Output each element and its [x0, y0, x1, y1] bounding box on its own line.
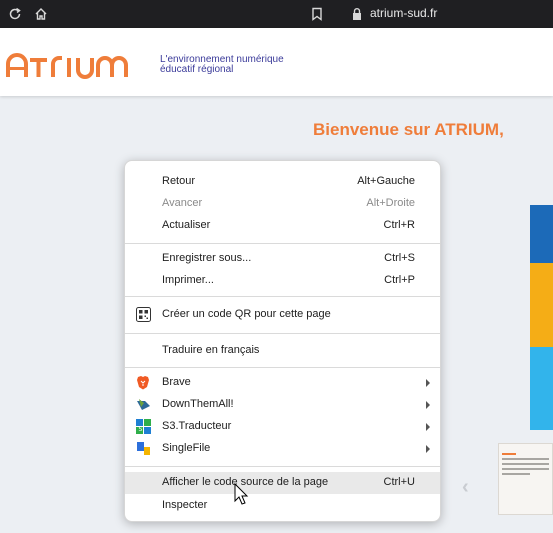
menu-item-view-source[interactable]: Afficher le code source de la page Ctrl+… — [125, 472, 440, 494]
menu-item-label: Avancer — [162, 197, 203, 209]
menu-item-label: Inspecter — [162, 499, 208, 511]
menu-separator — [125, 367, 440, 368]
menu-item-brave[interactable]: Brave — [125, 372, 440, 394]
thumb-line — [502, 463, 549, 465]
atrium-logo-graphic — [6, 53, 128, 79]
menu-item-shortcut: Alt+Droite — [366, 197, 415, 209]
bookmark-icon[interactable] — [308, 4, 326, 24]
submenu-arrow-icon — [426, 401, 430, 409]
s3-translator-icon: S — [136, 419, 151, 434]
thumb-line — [502, 468, 549, 470]
menu-separator — [125, 296, 440, 297]
menu-item-shortcut: Ctrl+P — [384, 274, 415, 286]
menu-item-singlefile[interactable]: SingleFile — [125, 438, 440, 460]
lock-icon — [348, 4, 366, 24]
menu-separator — [125, 466, 440, 467]
home-icon[interactable] — [32, 4, 50, 24]
downthemall-icon — [136, 397, 151, 412]
menu-item-shortcut: Ctrl+S — [384, 252, 415, 264]
banner-block-cyan[interactable] — [530, 347, 553, 430]
address-bar-url[interactable]: atrium-sud.fr — [370, 6, 437, 20]
singlefile-icon — [136, 441, 151, 456]
carousel-prev-icon[interactable]: ‹ — [462, 476, 469, 499]
svg-text:S: S — [139, 426, 143, 433]
menu-item-create-qr[interactable]: Créer un code QR pour cette page — [125, 304, 440, 326]
menu-item-label: Brave — [162, 376, 191, 388]
menu-item-label: Traduire en français — [162, 344, 260, 356]
menu-item-s3-traducteur[interactable]: S S3.Traducteur — [125, 416, 440, 438]
atrium-logo[interactable] — [6, 52, 151, 85]
menu-item-reload[interactable]: Actualiser Ctrl+R — [125, 215, 440, 237]
menu-item-label: Créer un code QR pour cette page — [162, 308, 331, 320]
banner-block-blue[interactable] — [530, 205, 553, 263]
submenu-arrow-icon — [426, 423, 430, 431]
reload-icon[interactable] — [6, 4, 24, 24]
submenu-arrow-icon — [426, 379, 430, 387]
brave-lion-icon — [136, 375, 151, 390]
menu-item-shortcut: Ctrl+R — [383, 219, 415, 231]
thumb-line — [502, 473, 531, 475]
menu-item-translate[interactable]: Traduire en français — [125, 340, 440, 362]
menu-item-label: SingleFile — [162, 442, 211, 454]
submenu-arrow-icon — [426, 445, 430, 453]
menu-item-label: DownThemAll! — [162, 398, 234, 410]
menu-item-forward[interactable]: Avancer Alt+Droite — [125, 193, 440, 215]
menu-item-label: Imprimer... — [162, 274, 214, 286]
menu-separator — [125, 243, 440, 244]
browser-toolbar: atrium-sud.fr — [0, 0, 553, 28]
menu-item-print[interactable]: Imprimer... Ctrl+P — [125, 270, 440, 292]
menu-item-shortcut: Alt+Gauche — [357, 175, 415, 187]
banner-block-yellow[interactable] — [530, 263, 553, 347]
menu-item-label: S3.Traducteur — [162, 420, 232, 432]
menu-item-downthemall[interactable]: DownThemAll! — [125, 394, 440, 416]
qr-code-icon — [136, 307, 151, 322]
menu-item-save-as[interactable]: Enregistrer sous... Ctrl+S — [125, 248, 440, 270]
thumb-line — [502, 453, 517, 455]
site-header: L'environnement numérique éducatif régio… — [0, 28, 553, 96]
menu-item-label: Enregistrer sous... — [162, 252, 252, 264]
menu-item-label: Retour — [162, 175, 196, 187]
menu-item-label: Actualiser — [162, 219, 211, 231]
tagline-line-2: éducatif régional — [160, 64, 234, 75]
menu-item-back[interactable]: Retour Alt+Gauche — [125, 171, 440, 193]
menu-item-inspect[interactable]: Inspecter — [125, 495, 440, 517]
menu-separator — [125, 333, 440, 334]
mouse-cursor-icon — [234, 482, 250, 512]
welcome-heading: Bienvenue sur ATRIUM, — [313, 120, 504, 139]
site-tagline: L'environnement numérique éducatif régio… — [160, 55, 284, 75]
carousel-thumbnail[interactable] — [498, 443, 553, 515]
menu-item-shortcut: Ctrl+U — [383, 476, 415, 488]
thumb-line — [502, 458, 549, 460]
context-menu: Retour Alt+Gauche Avancer Alt+Droite Act… — [124, 160, 441, 522]
